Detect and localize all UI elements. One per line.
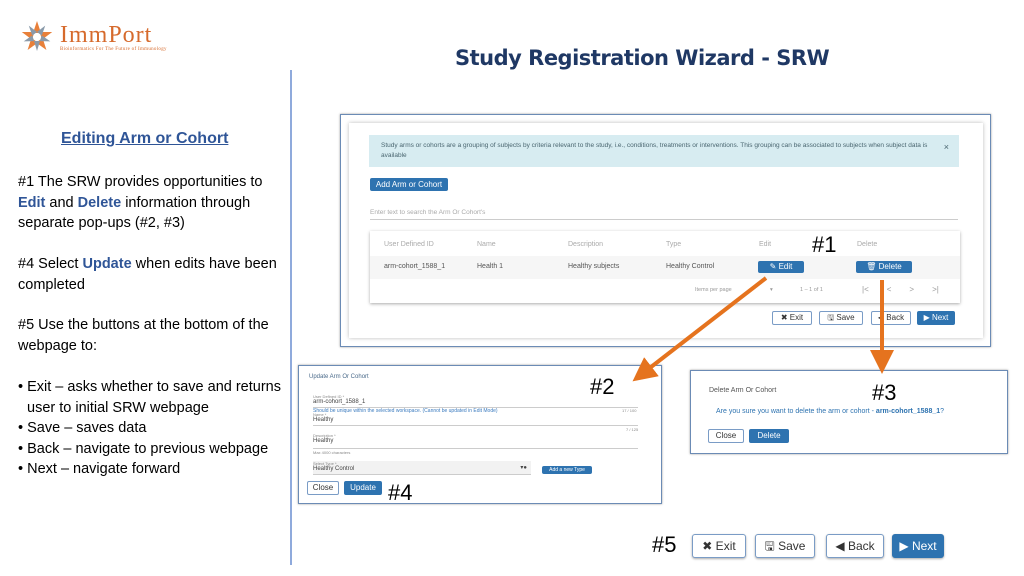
label-5: #5 bbox=[652, 532, 677, 557]
callout-arrows bbox=[632, 276, 894, 382]
back-button[interactable]: ◀ Back bbox=[826, 534, 884, 558]
exit-button[interactable]: ✖ Exit bbox=[692, 534, 746, 558]
next-button[interactable]: ▶ Next bbox=[892, 534, 944, 558]
arrow-to-edit-dialog bbox=[632, 276, 768, 382]
save-button[interactable]: 🖫 Save bbox=[755, 534, 815, 558]
